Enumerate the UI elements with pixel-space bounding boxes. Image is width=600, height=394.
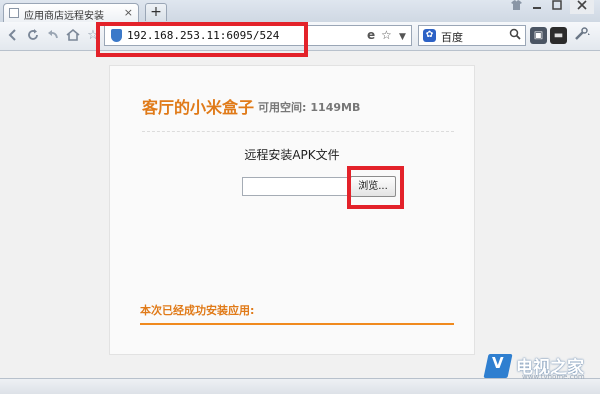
ie-compat-icon[interactable]: e	[367, 28, 375, 43]
home-icon[interactable]	[65, 28, 81, 44]
tab-title: 应用商店远程安装	[24, 11, 104, 22]
browser-tab[interactable]: 应用商店远程安装 ×	[3, 3, 139, 22]
url-highlight-box	[96, 22, 308, 57]
bookmark-star-icon[interactable]: ☆	[381, 28, 392, 43]
status-bar	[0, 378, 600, 394]
device-name: 客厅的小米盒子	[142, 98, 255, 117]
title-bar: 应用商店远程安装 × +	[0, 0, 600, 23]
search-icon[interactable]	[509, 28, 521, 43]
tab-close-icon[interactable]: ×	[124, 6, 133, 19]
free-space: 可用空间: 1149MB	[258, 99, 360, 115]
installed-apps-title: 本次已经成功安装应用:	[140, 304, 255, 317]
page-icon	[9, 8, 19, 18]
section-title: 远程安装APK文件	[244, 148, 340, 162]
back-icon[interactable]	[5, 28, 21, 44]
divider	[142, 131, 454, 132]
watermark-url: www.tvhome.com	[522, 373, 585, 381]
installed-apps-divider	[140, 323, 454, 325]
minimize-icon[interactable]	[528, 0, 546, 14]
install-card: 客厅的小米盒子 可用空间: 1149MB 远程安装APK文件 浏览... 本次已经…	[109, 65, 475, 355]
maximize-icon[interactable]	[548, 0, 566, 14]
shirt-skin-icon[interactable]	[508, 0, 524, 14]
page-viewport: 客厅的小米盒子 可用空间: 1149MB 远程安装APK文件 浏览... 本次已经…	[0, 51, 600, 378]
extension-icon[interactable]: ▣	[530, 27, 547, 44]
apk-file-path-field[interactable]	[242, 177, 348, 196]
baidu-paw-icon: ✿	[423, 29, 436, 42]
dropdown-arrow-icon[interactable]: ▼	[399, 30, 406, 45]
tools-wrench-icon[interactable]	[572, 27, 594, 44]
tvhome-logo-letter: V	[492, 354, 504, 372]
gamepad-icon[interactable]: ▬	[550, 27, 567, 44]
close-window-icon[interactable]	[570, 0, 594, 14]
free-space-value: 1149MB	[310, 101, 361, 114]
new-tab-button[interactable]: +	[145, 3, 167, 21]
browse-highlight-box	[347, 166, 404, 209]
search-bar[interactable]: ✿ 百度	[418, 25, 526, 46]
refresh-icon[interactable]	[25, 28, 41, 44]
undo-icon[interactable]	[45, 28, 61, 44]
free-space-label: 可用空间:	[258, 101, 307, 114]
search-engine-label: 百度	[441, 31, 463, 44]
